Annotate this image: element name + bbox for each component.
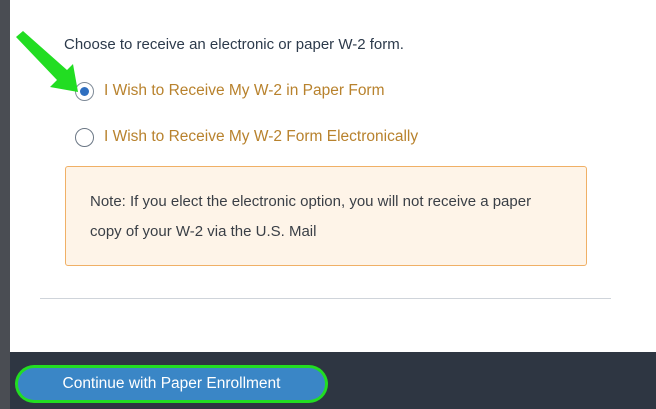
green-arrow-annotation-icon (16, 31, 78, 92)
continue-paper-enrollment-button[interactable]: Continue with Paper Enrollment (18, 368, 325, 400)
electronic-form-radio[interactable] (75, 127, 94, 147)
paper-form-label[interactable]: I Wish to Receive My W-2 in Paper Form (104, 82, 385, 100)
electronic-form-option[interactable]: I Wish to Receive My W-2 Form Electronic… (75, 125, 418, 149)
w2-delivery-prompt: Choose to receive an electronic or paper… (64, 36, 404, 53)
electronic-form-label[interactable]: I Wish to Receive My W-2 Form Electronic… (104, 128, 418, 146)
electronic-option-note: Note: If you elect the electronic option… (65, 166, 587, 266)
paper-form-option[interactable]: I Wish to Receive My W-2 in Paper Form (75, 79, 385, 103)
section-divider (40, 298, 611, 299)
